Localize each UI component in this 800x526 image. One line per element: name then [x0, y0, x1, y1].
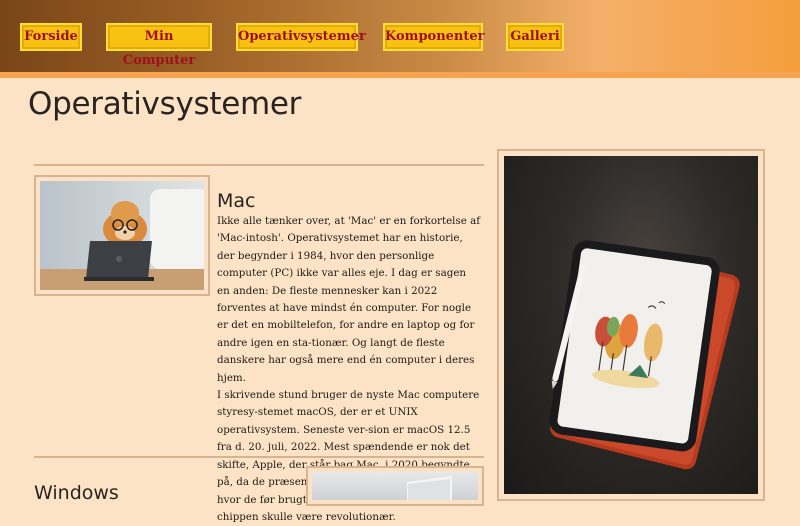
nav-link-min-computer[interactable]: Min Computer	[106, 23, 212, 68]
tablet-photo-frame	[497, 149, 765, 501]
nav-link-komponenter[interactable]: Komponenter	[383, 23, 485, 51]
windows-thumbnail-image	[306, 466, 484, 506]
mac-thumbnail-image	[34, 175, 210, 296]
nav-link-galleri[interactable]: Galleri	[506, 23, 564, 51]
nav-link-forside[interactable]: Forside	[20, 23, 82, 51]
section-divider-top	[34, 164, 484, 166]
mac-section-title: Mac	[217, 190, 256, 212]
mac-paragraph-history: Ikke alle tænker over, at 'Mac' er en fo…	[217, 215, 481, 384]
section-divider-bottom	[34, 456, 484, 458]
dog-with-laptop-image	[40, 181, 204, 290]
nav-link-operativsystemer[interactable]: Operativsystemer	[236, 23, 366, 51]
main-navigation: Forside Min Computer Operativsystemer Ko…	[0, 0, 800, 78]
page-title: Operativsystemer	[28, 86, 302, 122]
tablet-illustration-image	[549, 240, 740, 470]
windows-laptop-image	[407, 476, 452, 500]
